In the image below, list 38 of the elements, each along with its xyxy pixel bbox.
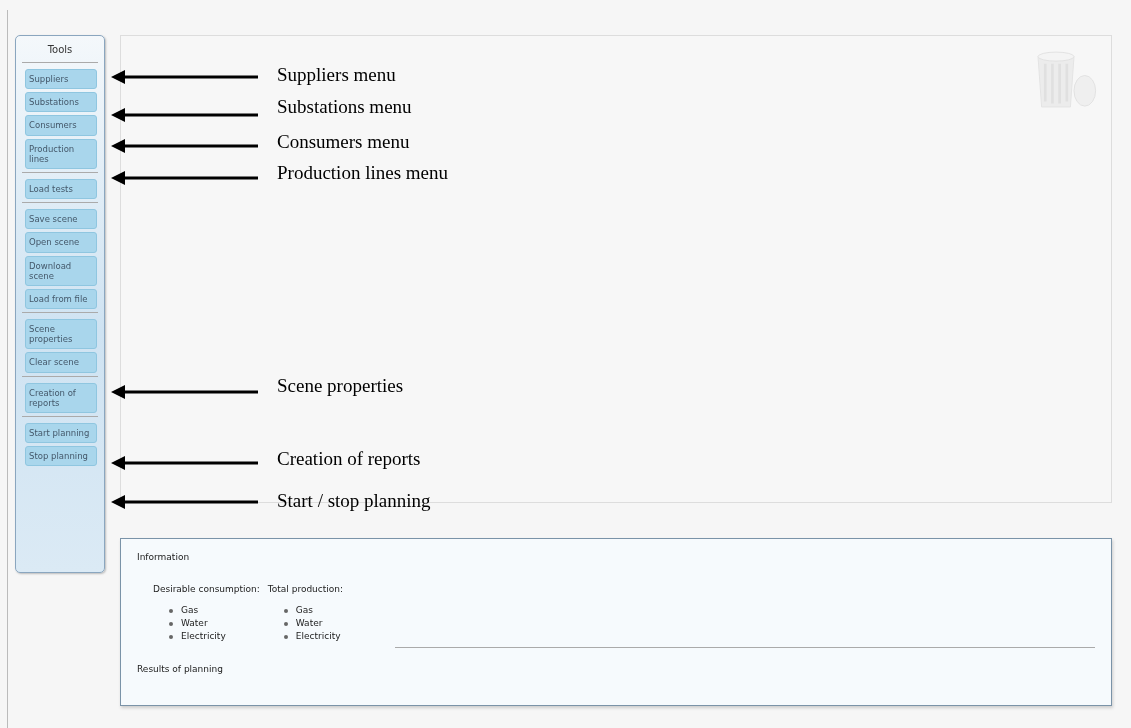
tool-button[interactable]: Clear scene bbox=[25, 352, 97, 373]
section-title: Results of planning bbox=[137, 664, 224, 674]
annotation-label: Start / stop planning bbox=[277, 490, 431, 512]
tool-button[interactable]: Start planning bbox=[25, 423, 97, 444]
bullet-icon bbox=[283, 621, 288, 626]
tool-button[interactable]: Download scene bbox=[25, 255, 97, 286]
list-item: Electricity bbox=[181, 630, 226, 643]
list-item: Water bbox=[181, 617, 208, 630]
tool-button[interactable]: Creation of reports bbox=[25, 382, 97, 413]
annotation-label: Substations menu bbox=[277, 96, 412, 118]
tool-button[interactable]: Stop planning bbox=[25, 446, 97, 467]
panel-title: Tools bbox=[46, 44, 74, 55]
tool-button[interactable]: Open scene bbox=[25, 232, 97, 253]
annotation-label: Suppliers menu bbox=[277, 64, 396, 86]
list-item: Electricity bbox=[295, 630, 341, 643]
tool-button[interactable]: Scene properties bbox=[25, 319, 97, 350]
bullet-icon bbox=[283, 634, 288, 639]
tool-button[interactable]: Suppliers bbox=[25, 69, 97, 90]
annotation-label: Creation of reports bbox=[277, 448, 421, 470]
tool-button[interactable]: Consumers bbox=[25, 115, 97, 136]
annotation-label: Scene properties bbox=[277, 375, 404, 397]
column-heading: Total production: bbox=[267, 584, 344, 594]
bullet-icon bbox=[283, 608, 288, 613]
column-heading: Desirable consumption: bbox=[153, 584, 260, 594]
bullet-icon bbox=[169, 634, 173, 639]
section-title: Information bbox=[137, 552, 191, 562]
list-item: Water bbox=[295, 617, 323, 630]
tool-button[interactable]: Load tests bbox=[25, 178, 97, 200]
list-item: Gas bbox=[181, 604, 199, 617]
bullet-icon bbox=[169, 608, 173, 613]
tool-button[interactable]: Production lines bbox=[25, 138, 97, 169]
tool-button[interactable]: Save scene bbox=[25, 209, 97, 230]
list-item: Gas bbox=[295, 604, 313, 617]
annotation-label: Production lines menu bbox=[277, 162, 448, 184]
tool-button[interactable]: Substations bbox=[25, 92, 97, 113]
bullet-icon bbox=[169, 621, 173, 626]
tool-button[interactable]: Load from file bbox=[25, 288, 97, 310]
annotation-label: Consumers menu bbox=[277, 131, 410, 153]
